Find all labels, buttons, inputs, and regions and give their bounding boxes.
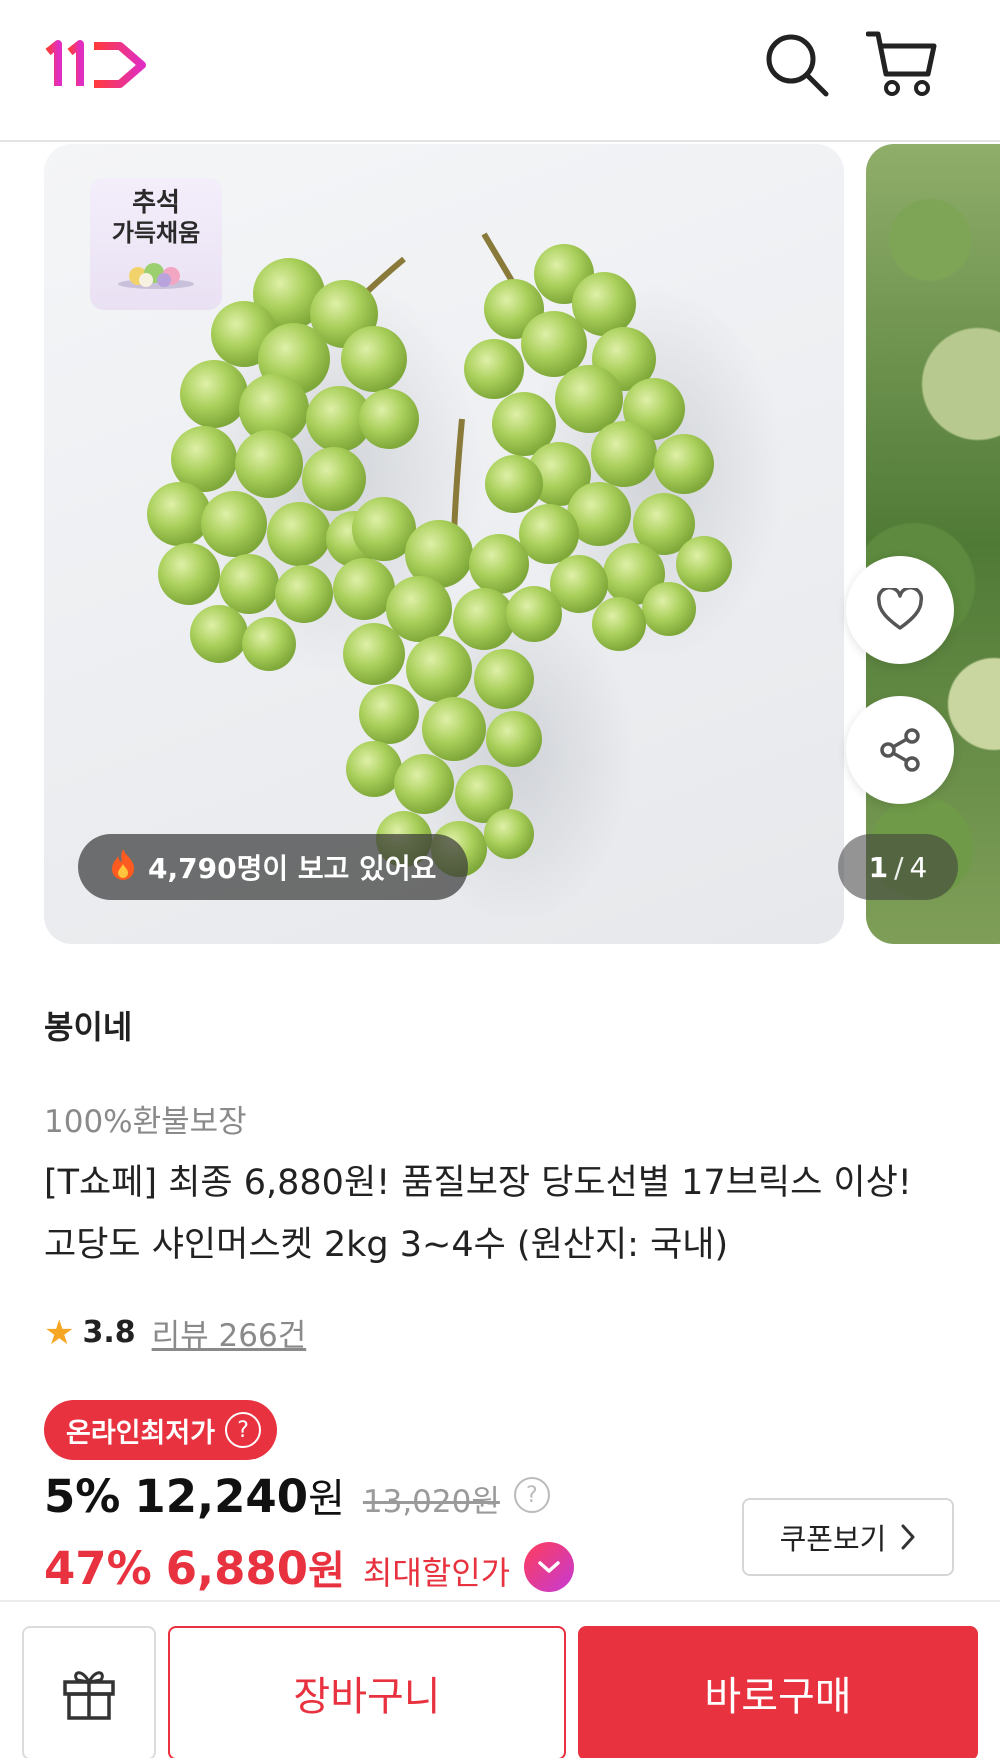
11st-logo[interactable] <box>44 38 148 90</box>
share-icon <box>880 728 920 772</box>
current-page: 1 <box>868 850 889 884</box>
share-button[interactable] <box>846 696 954 804</box>
chuseok-promo-badge: 추석 가득채움 <box>90 178 222 310</box>
heart-icon <box>876 588 924 630</box>
badge-line-2: 가득채움 <box>111 219 201 247</box>
discounted-price-value: 12,240 <box>134 1470 309 1523</box>
bottom-action-bar: 장바구니 바로구매 <box>0 1600 1000 1758</box>
page-separator: / <box>894 850 904 884</box>
cart-button[interactable] <box>865 28 938 100</box>
search-button[interactable] <box>760 28 832 100</box>
max-discount-price-value: 6,880 <box>165 1542 309 1595</box>
chevron-down-icon[interactable] <box>524 1542 575 1592</box>
rice-cake-plate-icon <box>118 263 194 289</box>
chevron-right-icon <box>901 1524 915 1550</box>
lowest-price-label: 온라인최저가 <box>66 1417 216 1449</box>
max-discount-rate: 47% <box>44 1542 152 1595</box>
viewers-count-text: 4,790명이 보고 있어요 <box>148 852 437 885</box>
online-lowest-price-badge[interactable]: 온라인최저가 ? <box>44 1400 278 1460</box>
discounted-price: 12,240원 <box>134 1466 344 1524</box>
coupon-button-label: 쿠폰보기 <box>779 1522 887 1556</box>
help-icon[interactable]: ? <box>513 1477 550 1513</box>
max-discount-price-row: 47% 6,880원 최대할인가 <box>44 1538 575 1596</box>
live-viewers-indicator: 4,790명이 보고 있어요 <box>78 834 469 900</box>
badge-line-1: 추석 <box>132 188 180 218</box>
currency-unit: 원 <box>308 1476 345 1522</box>
total-pages: 4 <box>909 850 928 884</box>
rating-row: ★ 3.8 리뷰 266건 <box>44 1310 306 1355</box>
image-page-counter: 1 / 4 <box>838 834 958 900</box>
next-product-image-peek[interactable] <box>866 144 1000 944</box>
max-discount-price: 6,880원 <box>166 1538 345 1596</box>
seller-name-link[interactable]: 봉이네 <box>44 1002 132 1048</box>
add-to-cart-button[interactable]: 장바구니 <box>168 1626 566 1758</box>
fire-icon <box>108 847 138 887</box>
cart-icon <box>865 31 937 96</box>
buy-now-button[interactable]: 바로구매 <box>578 1626 978 1758</box>
discount-rate: 5% <box>44 1470 121 1523</box>
help-icon[interactable]: ? <box>225 1412 262 1448</box>
refund-guarantee-text: 100%환불보장 <box>44 1104 247 1140</box>
product-image-carousel[interactable]: 추석 가득채움 4,790명이 보고 있어요 1 / 4 <box>0 144 1000 944</box>
review-count-link[interactable]: 리뷰 266건 <box>152 1310 307 1355</box>
currency-unit: 원 <box>308 1548 345 1594</box>
app-header <box>0 0 1000 142</box>
rating-value: 3.8 <box>82 1315 136 1350</box>
product-image[interactable]: 추석 가득채움 4,790명이 보고 있어요 <box>44 144 844 944</box>
product-title: [T쇼페] 최종 6,880원! 품질보장 당도선별 17브릭스 이상! 고당도… <box>44 1163 912 1265</box>
search-icon <box>766 34 829 97</box>
star-icon: ★ <box>44 1312 75 1353</box>
max-discount-label: 최대할인가 <box>362 1554 511 1592</box>
like-button[interactable] <box>846 556 954 664</box>
gift-icon <box>63 1671 115 1720</box>
gift-button[interactable] <box>22 1626 156 1758</box>
original-price: 13,020원 <box>362 1484 500 1520</box>
view-coupons-button[interactable]: 쿠폰보기 <box>742 1498 954 1576</box>
discount-price-row: 5% 12,240원 13,020원 ? <box>44 1466 550 1524</box>
